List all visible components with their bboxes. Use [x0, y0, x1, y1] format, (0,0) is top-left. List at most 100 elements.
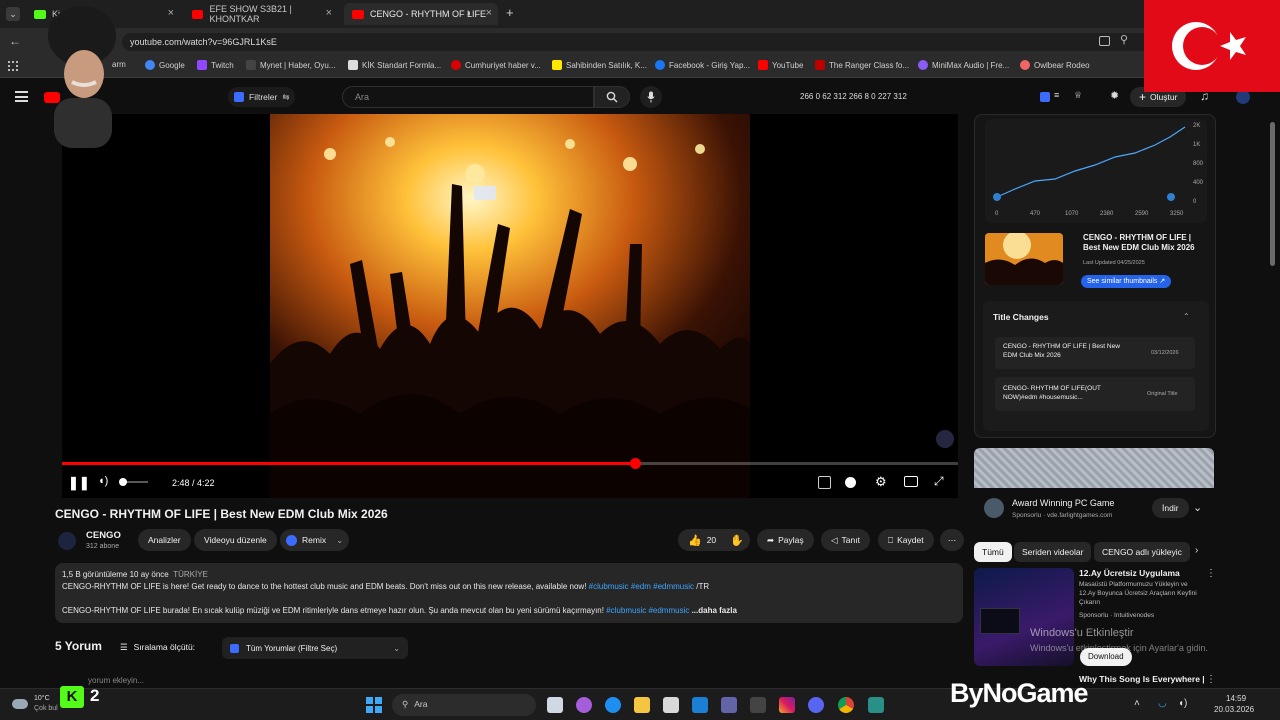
similar-thumbnails-button[interactable]: See similar thumbnails ↗: [1081, 275, 1172, 288]
autoplay-toggle[interactable]: [845, 477, 856, 488]
like-button[interactable]: 👍 20 ✋: [678, 529, 750, 551]
trophy-icon[interactable]: ♕: [1074, 90, 1082, 101]
description-box[interactable]: 1,5 B görüntüleme 10 ay önce TÜRKİYE CEN…: [55, 563, 963, 623]
chevron-down-icon[interactable]: ⌄: [1193, 501, 1202, 514]
hashtag-link[interactable]: #clubmusic #edm #edmmusic: [589, 582, 694, 591]
hashtag-link[interactable]: #clubmusic #edmmusic: [606, 606, 689, 615]
recommended-title[interactable]: 12.Ay Ücretsiz Uygulama: [1079, 568, 1199, 578]
settings-icon[interactable]: ⚙: [875, 474, 887, 490]
speaker-icon[interactable]: ◖: [466, 8, 471, 18]
tab-search-icon[interactable]: ⌄: [6, 7, 20, 21]
progress-bar[interactable]: [62, 458, 958, 469]
discord-icon[interactable]: [808, 697, 824, 713]
close-icon[interactable]: ×: [326, 7, 332, 19]
bookmark-item[interactable]: Mynet | Haber, Oyu...: [246, 60, 335, 70]
tab-cengo[interactable]: CENGO - RHYTHM OF LIFE ◖ ×: [344, 3, 498, 25]
bookmark-item[interactable]: Google: [145, 60, 185, 70]
install-app-icon[interactable]: [1099, 36, 1110, 46]
wifi-icon[interactable]: ◡: [1158, 698, 1167, 709]
extension-icon[interactable]: [1040, 92, 1050, 102]
avatar[interactable]: [1236, 90, 1250, 104]
tab-efe-show[interactable]: EFE SHOW S3B21 | KHONTKAR ×: [184, 3, 338, 25]
chip-series[interactable]: Seriden videolar: [1014, 542, 1092, 562]
tray-arrow-icon[interactable]: ˄: [1134, 698, 1140, 709]
sponsored-ad[interactable]: Award Winning PC Game Sponsorlu · vde.fa…: [974, 448, 1216, 528]
bookmark-item[interactable]: MiniMax Audio | Fre...: [918, 60, 1009, 70]
bookmark-item[interactable]: The Ranger Class fo...: [815, 60, 909, 70]
chip-label: Tümü: [982, 547, 1004, 557]
save-button[interactable]: ⎕ Kaydet: [878, 529, 934, 551]
remix-button[interactable]: Remix ⌄: [280, 529, 350, 551]
chrome-icon[interactable]: [838, 697, 854, 713]
windows-start-icon[interactable]: [366, 697, 382, 713]
pause-icon[interactable]: ❚❚: [68, 475, 90, 491]
apps-icon[interactable]: [8, 61, 18, 71]
chevron-right-icon[interactable]: ›: [1195, 545, 1198, 556]
promote-button[interactable]: ◁ Tanıt: [821, 529, 870, 551]
copilot-icon[interactable]: [576, 697, 592, 713]
url-field[interactable]: youtube.com/watch?v=96GJRL1KsE: [122, 33, 1162, 51]
list-icon[interactable]: ≡: [1054, 90, 1059, 100]
show-more-link[interactable]: ...daha fazla: [689, 606, 737, 615]
task-view-icon[interactable]: [547, 697, 563, 713]
instagram-icon[interactable]: [779, 697, 795, 713]
back-icon[interactable]: ←: [9, 34, 21, 48]
bookmark-item[interactable]: Facebook - Giriş Yap...: [655, 60, 750, 70]
volume-icon[interactable]: ◖): [98, 475, 108, 487]
more-actions-button[interactable]: ⋯: [940, 529, 964, 551]
bookmark-item[interactable]: Owlbear Rodeo: [1020, 60, 1090, 70]
menu-icon[interactable]: [15, 91, 28, 102]
page-scrollbar[interactable]: [1270, 122, 1275, 266]
more-vert-icon[interactable]: ⋮: [1206, 674, 1216, 685]
install-button[interactable]: İndir: [1152, 498, 1189, 518]
chevron-up-icon[interactable]: ⌃: [1183, 312, 1190, 321]
headphones-icon[interactable]: [936, 430, 954, 448]
search-input[interactable]: Ara: [342, 86, 594, 108]
channel-name[interactable]: CENGO: [86, 530, 121, 541]
chip-all[interactable]: Tümü: [974, 542, 1012, 562]
file-explorer-icon[interactable]: [634, 697, 650, 713]
volume-slider[interactable]: [118, 478, 148, 486]
theater-mode-icon[interactable]: [904, 476, 918, 487]
gear-icon[interactable]: ✹: [1110, 89, 1119, 102]
bookmark-item[interactable]: Twitch: [197, 60, 234, 70]
new-tab-button[interactable]: +: [506, 5, 514, 20]
outlook-icon[interactable]: [692, 697, 708, 713]
analytics-button[interactable]: Analizler: [138, 529, 191, 551]
bookmark-item[interactable]: Cumhuriyet haber v...: [451, 60, 541, 70]
recommended-title-2[interactable]: Why This Song Is Everywhere |: [1079, 674, 1205, 684]
edge-icon[interactable]: [605, 697, 621, 713]
close-icon[interactable]: ×: [486, 7, 492, 19]
bookmark-item[interactable]: Sahibinden Satılık, K...: [552, 60, 647, 70]
search-button[interactable]: [594, 86, 630, 108]
more-vert-icon[interactable]: ⋮: [1206, 568, 1216, 579]
channel-avatar[interactable]: [58, 532, 76, 550]
volume-knob[interactable]: [118, 478, 127, 486]
app-icon[interactable]: [868, 697, 884, 713]
speaker-icon[interactable]: ◖): [1178, 698, 1187, 709]
voice-search-button[interactable]: [640, 86, 662, 108]
bookmark-item[interactable]: YouTube: [758, 60, 803, 70]
portrait-image: [48, 6, 116, 148]
video-thumbnail[interactable]: [985, 233, 1063, 285]
store-icon[interactable]: [663, 697, 679, 713]
share-button[interactable]: ➦ Paylaş: [757, 529, 814, 551]
fullscreen-icon[interactable]: ⤢: [934, 474, 944, 489]
thumbs-down-icon[interactable]: ✋: [730, 534, 744, 547]
extension-player-icon[interactable]: [818, 476, 831, 489]
comment-filter-select[interactable]: Tüm Yorumlar (Filtre Seç) ⌄: [222, 637, 408, 659]
teams-icon[interactable]: [721, 697, 737, 713]
sort-button[interactable]: ☰ Sıralama ölçütü:: [120, 642, 195, 653]
chip-uploader[interactable]: CENGO adlı yükleyic: [1094, 542, 1190, 562]
range-handle[interactable]: [993, 193, 1001, 201]
add-comment-input[interactable]: yorum ekleyin...: [88, 676, 144, 685]
taskbar-search[interactable]: ⚲ Ara: [392, 694, 536, 716]
zoom-icon[interactable]: ⚲: [1120, 33, 1128, 46]
app-icon[interactable]: [750, 697, 766, 713]
range-handle[interactable]: [1167, 193, 1175, 201]
filters-button[interactable]: Filtreler ⇆: [228, 87, 296, 107]
video-player[interactable]: [62, 114, 958, 498]
edit-video-button[interactable]: Videoyu düzenle: [194, 529, 277, 551]
close-icon[interactable]: ×: [168, 7, 174, 19]
bookmark-item[interactable]: KİK Standart Formla...: [348, 60, 441, 70]
